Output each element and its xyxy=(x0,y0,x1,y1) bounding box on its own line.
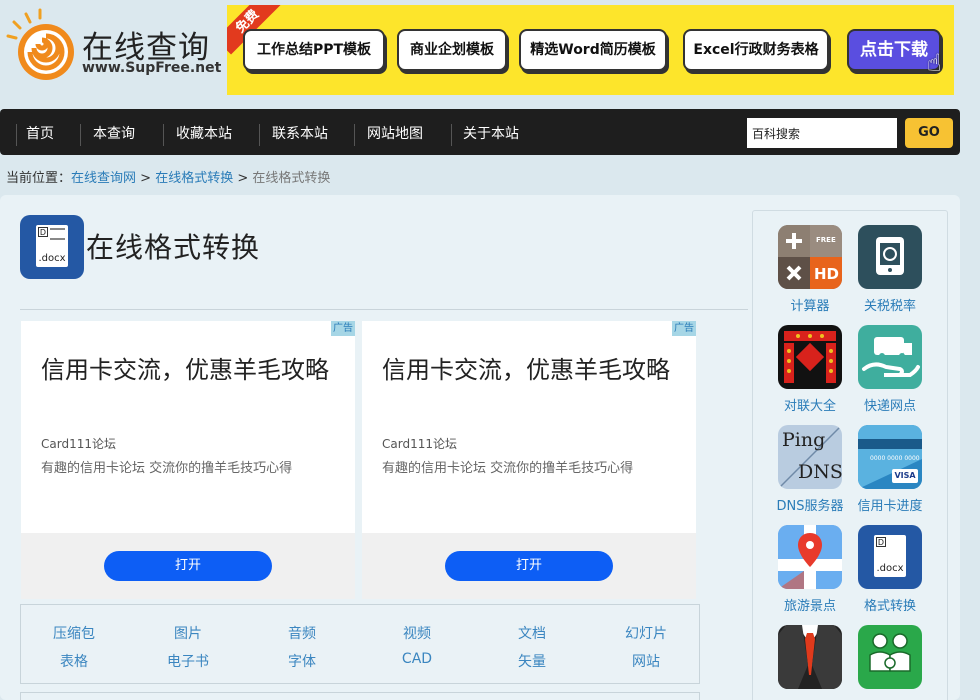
category-link[interactable]: 幻灯片 xyxy=(606,623,686,643)
breadcrumb-link-home[interactable]: 在线查询网 xyxy=(71,171,136,186)
category-link[interactable]: 矢量 xyxy=(492,651,572,671)
icon-ext: .docx xyxy=(876,563,904,574)
tool-credit-card[interactable]: 0000 0000 0000 VISA 信用卡进度 xyxy=(850,425,930,514)
nav-item-sitemap[interactable]: 网站地图 xyxy=(367,109,423,155)
tool-label: 格式转换 xyxy=(863,599,916,614)
tool-tariff[interactable]: 关税税率 xyxy=(850,225,930,314)
dns-icon: Ping DNS xyxy=(778,425,842,489)
dns-label: DNS xyxy=(798,461,842,483)
category-link[interactable]: 音频 xyxy=(262,623,342,643)
category-link[interactable]: CAD xyxy=(377,651,457,667)
card-number: 0000 0000 0000 xyxy=(870,455,920,462)
ad-description: 有趣的信用卡论坛 交流你的撸羊毛技巧心得 xyxy=(382,461,634,476)
tool-suit[interactable] xyxy=(770,625,850,689)
free-label: FREE xyxy=(816,236,836,244)
nav-item-favorite[interactable]: 收藏本站 xyxy=(176,109,232,155)
tool-label: 对联大全 xyxy=(783,399,836,414)
top-banner-ad[interactable]: 免费 工作总结PPT模板 商业企划模板 精选Word简历模板 Excel行政财务… xyxy=(227,5,954,95)
nav-divider xyxy=(16,124,17,146)
tool-express[interactable]: 快递网点 xyxy=(850,325,930,414)
ad-description: 有趣的信用卡论坛 交流你的撸羊毛技巧心得 xyxy=(41,461,293,476)
logo-swirl-icon xyxy=(6,8,74,80)
category-links: 压缩包 图片 音频 视频 文档 幻灯片 表格 电子书 字体 CAD 矢量 网站 xyxy=(20,604,700,684)
banner-button-excel[interactable]: Excel行政财务表格 xyxy=(683,29,829,71)
search-input[interactable] xyxy=(747,118,897,148)
category-link[interactable]: 字体 xyxy=(262,651,342,671)
ad-card[interactable]: 广告 信用卡交流，优惠羊毛攻略 Card111论坛 有趣的信用卡论坛 交流你的撸… xyxy=(21,321,355,599)
breadcrumb-separator: > xyxy=(140,171,152,186)
search-go-button[interactable]: GO xyxy=(905,118,953,148)
map-pin-icon xyxy=(778,525,842,589)
nav-divider xyxy=(80,124,81,146)
nav-item-query[interactable]: 本查询 xyxy=(93,109,135,155)
nav-item-about[interactable]: 关于本站 xyxy=(463,109,519,155)
site-logo[interactable]: 在线查询 www.SupFree.net xyxy=(6,8,221,88)
title-divider xyxy=(20,309,748,310)
tool-label: 旅游景点 xyxy=(783,599,836,614)
tool-calculator[interactable]: FREE HD 计算器 xyxy=(770,225,850,314)
logo-url: www.SupFree.net xyxy=(82,60,222,76)
page-title: 在线格式转换 xyxy=(86,231,261,264)
ad-source: Card111论坛 xyxy=(382,437,457,451)
banner-button-resume[interactable]: 精选Word简历模板 xyxy=(519,29,667,71)
express-icon xyxy=(858,325,922,389)
breadcrumb-prefix: 当前位置： xyxy=(6,171,72,186)
category-link[interactable]: 图片 xyxy=(148,623,228,643)
category-link[interactable]: 压缩包 xyxy=(34,623,114,643)
breadcrumb-current: 在线格式转换 xyxy=(252,171,331,186)
tariff-icon xyxy=(858,225,922,289)
icon-letter: D xyxy=(876,537,886,547)
visa-label: VISA xyxy=(892,469,918,483)
category-link[interactable]: 网站 xyxy=(606,651,686,671)
credit-card-icon: 0000 0000 0000 VISA xyxy=(858,425,922,489)
tool-dns[interactable]: Ping DNS DNS服务器 xyxy=(770,425,850,514)
ad-open-button[interactable]: 打开 xyxy=(104,551,272,581)
docx-page-icon: D .docx xyxy=(20,215,84,279)
nav-divider xyxy=(354,124,355,146)
ad-open-button[interactable]: 打开 xyxy=(445,551,613,581)
banner-button-ppt[interactable]: 工作总结PPT模板 xyxy=(243,29,385,71)
category-link[interactable]: 文档 xyxy=(492,623,572,643)
suit-tie-icon xyxy=(778,625,842,689)
category-link[interactable]: 电子书 xyxy=(148,651,228,671)
tool-label: DNS服务器 xyxy=(776,499,844,514)
breadcrumb-link-convert[interactable]: 在线格式转换 xyxy=(155,171,233,186)
hd-label: HD xyxy=(814,265,840,283)
category-link[interactable]: 表格 xyxy=(34,651,114,671)
tool-label: 信用卡进度 xyxy=(857,499,923,514)
nav-item-home[interactable]: 首页 xyxy=(26,109,54,155)
main-nav: 首页 本查询 收藏本站 联系本站 网站地图 关于本站 GO xyxy=(0,109,960,155)
docx-icon: D .docx xyxy=(858,525,922,589)
tool-label: 快递网点 xyxy=(863,399,916,414)
tool-label: 关税税率 xyxy=(863,299,916,314)
breadcrumb: 当前位置：在线查询网 > 在线格式转换 > 在线格式转换 xyxy=(6,167,330,186)
ad-headline[interactable]: 信用卡交流，优惠羊毛攻略 xyxy=(41,355,331,386)
tool-family[interactable] xyxy=(850,625,930,689)
tool-tourism[interactable]: 旅游景点 xyxy=(770,525,850,614)
tool-couplet[interactable]: 对联大全 xyxy=(770,325,850,414)
ping-label: Ping xyxy=(782,429,826,451)
icon-letter: D xyxy=(38,227,48,237)
icon-ext: .docx xyxy=(38,253,66,264)
nav-divider xyxy=(259,124,260,146)
ad-tag: 广告 xyxy=(672,321,696,336)
ad-tag: 广告 xyxy=(331,321,355,336)
category-link[interactable]: 视频 xyxy=(377,623,457,643)
ad-headline[interactable]: 信用卡交流，优惠羊毛攻略 xyxy=(382,355,672,386)
secondary-panel xyxy=(20,692,700,700)
family-icon xyxy=(858,625,922,689)
banner-button-plan[interactable]: 商业企划模板 xyxy=(397,29,507,71)
nav-item-contact[interactable]: 联系本站 xyxy=(272,109,328,155)
breadcrumb-separator: > xyxy=(237,171,249,186)
nav-divider xyxy=(163,124,164,146)
ad-card[interactable]: 广告 信用卡交流，优惠羊毛攻略 Card111论坛 有趣的信用卡论坛 交流你的撸… xyxy=(362,321,696,599)
hand-cursor-icon: ☝ xyxy=(927,49,942,77)
calculator-icon: FREE HD xyxy=(778,225,842,289)
nav-divider xyxy=(451,124,452,146)
tool-label: 计算器 xyxy=(790,299,830,314)
ad-source: Card111论坛 xyxy=(41,437,116,451)
couplet-icon xyxy=(778,325,842,389)
tool-format-convert[interactable]: D .docx 格式转换 xyxy=(850,525,930,614)
